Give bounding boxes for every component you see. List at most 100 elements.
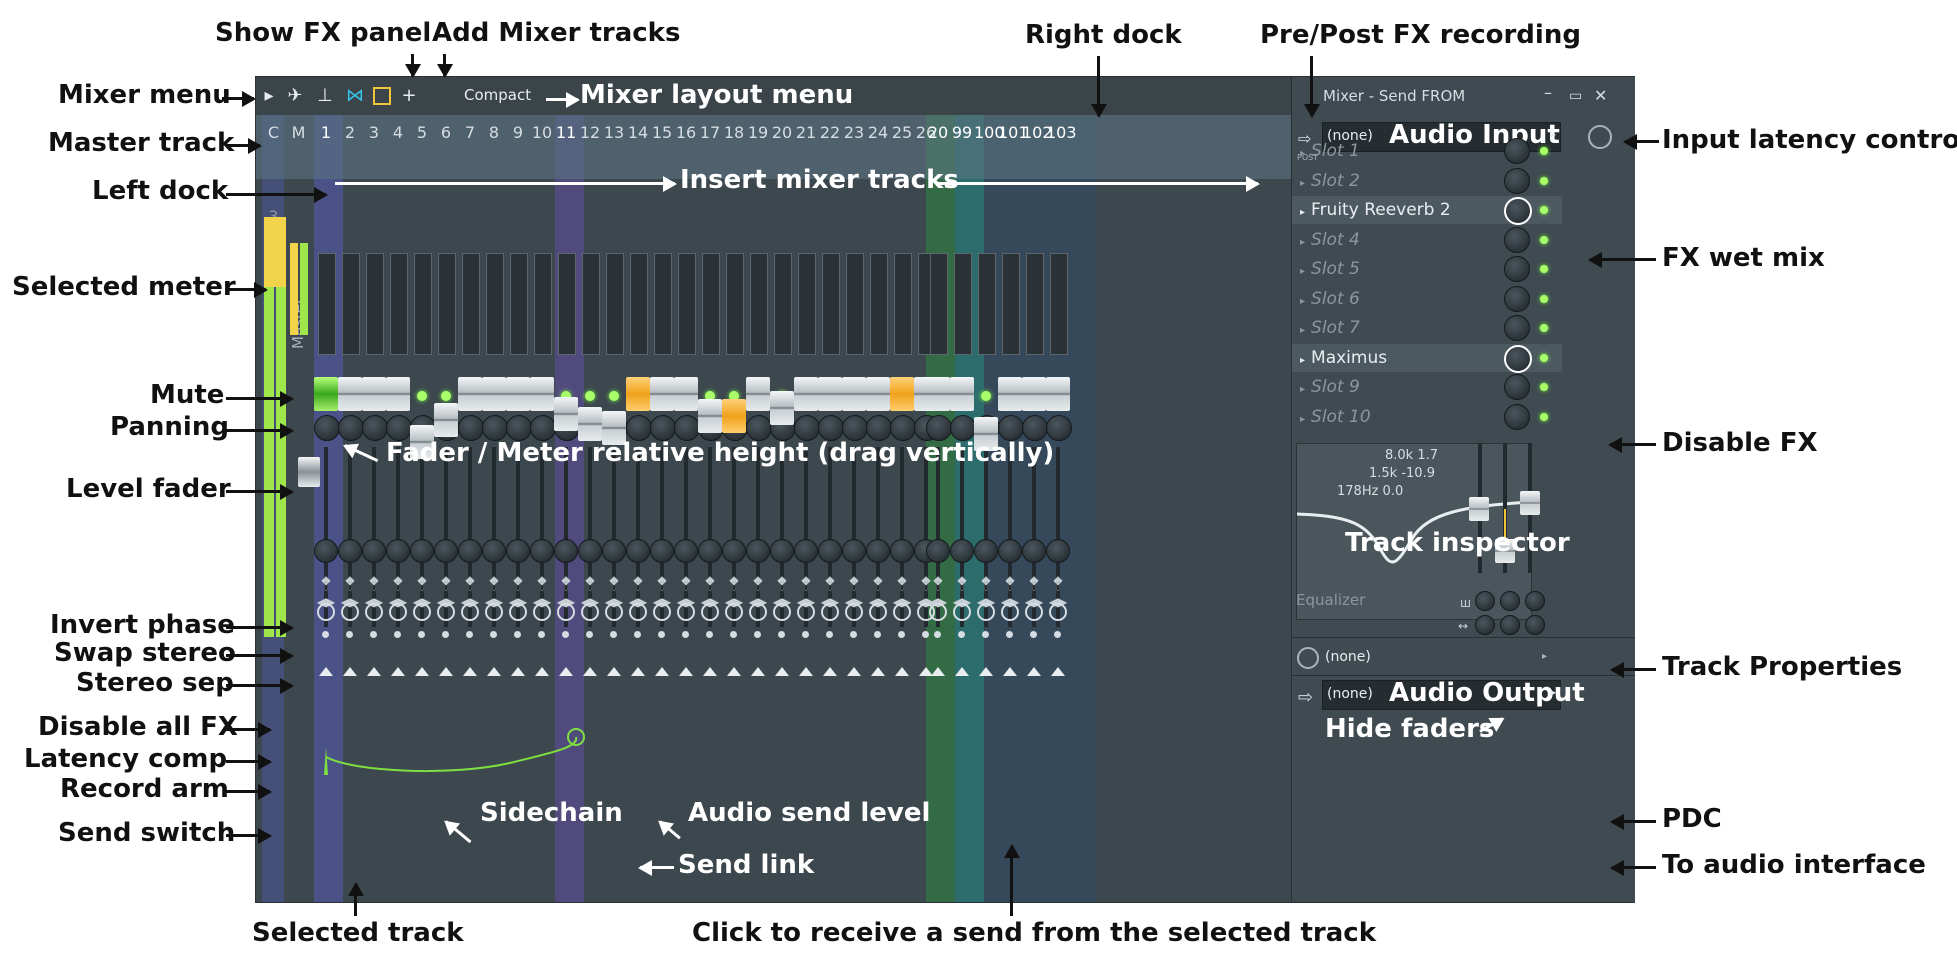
level-fader[interactable] [362,377,386,411]
fx-wet-mix-knob[interactable] [1504,197,1532,225]
maximize-icon[interactable]: ▭ [1569,77,1582,115]
fx-enable-led[interactable] [1540,265,1548,273]
disable-fx-icon[interactable]: 🕯 [974,575,998,595]
mute-led[interactable] [981,391,991,401]
fx-wet-mix-knob[interactable] [1504,256,1530,282]
record-arm-icon[interactable] [370,631,377,638]
track-header-1[interactable]: 1 [314,119,338,147]
level-fader[interactable] [950,377,974,411]
level-fader[interactable] [842,377,866,411]
latency-comp-icon[interactable] [701,603,719,621]
send-switch-icon[interactable] [775,667,789,676]
disable-fx-icon[interactable]: 🕯 [434,575,458,595]
mixer-track-icon[interactable]: ⊥ [314,85,336,107]
record-arm-icon[interactable] [322,631,329,638]
pan-knob[interactable] [362,415,388,441]
fx-wet-mix-knob[interactable] [1504,226,1530,253]
stereo-sep-knob[interactable] [578,539,602,563]
close-icon[interactable]: ✕ [1594,77,1607,115]
stereo-sep-knob[interactable] [770,539,794,563]
record-arm-icon[interactable] [394,631,401,638]
record-arm-icon[interactable] [850,631,857,638]
level-fader[interactable] [746,377,770,411]
record-arm-icon[interactable] [682,631,689,638]
send-switch-icon[interactable] [655,667,669,676]
record-arm-icon[interactable] [826,631,833,638]
disable-fx-icon[interactable]: 🕯 [998,575,1022,595]
latency-comp-icon[interactable] [725,603,743,621]
disable-fx-icon[interactable]: 🕯 [770,575,794,595]
fx-wet-mix-knob[interactable] [1504,138,1530,164]
track-header-22[interactable]: 22 [818,119,842,147]
record-arm-icon[interactable] [562,631,569,638]
record-arm-icon[interactable] [874,631,881,638]
fx-enable-led[interactable] [1540,176,1548,185]
send-switch-icon[interactable] [931,667,945,676]
track-header-3[interactable]: 3 [362,119,386,147]
level-fader[interactable] [866,377,890,411]
disable-fx-icon[interactable]: 🕯 [890,575,914,595]
track-header-4[interactable]: 4 [386,119,410,147]
latency-comp-icon[interactable] [557,603,575,621]
track-header-10[interactable]: 10 [530,119,554,147]
disable-fx-icon[interactable]: 🕯 [1046,575,1070,595]
stereo-sep-knob[interactable] [362,539,386,563]
latency-comp-icon[interactable] [845,603,863,621]
latency-comp-icon[interactable] [365,603,383,621]
fx-enable-led[interactable] [1540,235,1548,244]
stereo-sep-knob[interactable] [818,539,842,563]
level-fader[interactable] [998,377,1022,411]
eq-knob-1[interactable] [1475,591,1495,611]
latency-comp-icon[interactable] [677,603,695,621]
pdc-value[interactable]: (none) [1325,649,1371,665]
track-header-18[interactable]: 18 [722,119,746,147]
send-switch-icon[interactable] [727,667,741,676]
track-header-6[interactable]: 6 [434,119,458,147]
send-switch-icon[interactable] [979,667,993,676]
track-header-20[interactable]: 20 [770,119,794,147]
track-header-19[interactable]: 19 [746,119,770,147]
disable-fx-icon[interactable]: 🕯 [842,575,866,595]
disable-fx-icon[interactable]: 🕯 [362,575,386,595]
latency-comp-icon[interactable] [749,603,767,621]
disable-fx-icon[interactable]: 🕯 [950,575,974,595]
master-level-fader[interactable] [298,457,320,487]
mixer-menu-icon[interactable]: ▸ [258,85,280,107]
pan-knob[interactable] [314,415,340,441]
level-fader[interactable] [482,377,506,411]
mute-led[interactable] [609,391,619,401]
record-arm-icon[interactable] [586,631,593,638]
mute-led[interactable] [417,391,427,401]
track-header-13[interactable]: 13 [602,119,626,147]
audio-output-select[interactable]: (none) Audio Output ▸ [1322,678,1585,710]
track-header-14[interactable]: 14 [626,119,650,147]
eq-knob-2[interactable] [1500,591,1520,611]
latency-comp-icon[interactable] [821,603,839,621]
stereo-sep-knob[interactable] [314,539,338,563]
disable-fx-icon[interactable]: 🕯 [338,575,362,595]
stereo-sep-knob[interactable] [842,539,866,563]
latency-comp-icon[interactable] [509,603,527,621]
stereo-sep-knob[interactable] [554,539,578,563]
track-header-20[interactable]: 20 [926,119,950,147]
record-arm-icon[interactable] [898,631,905,638]
fx-enable-led[interactable] [1540,412,1548,421]
stereo-sep-knob[interactable] [530,539,554,563]
track-header-9[interactable]: 9 [506,119,530,147]
level-fader[interactable] [698,399,722,433]
record-arm-icon[interactable] [934,631,941,638]
record-arm-icon[interactable] [658,631,665,638]
stereo-sep-knob[interactable] [1022,539,1046,563]
fx-enable-led[interactable] [1540,294,1548,303]
latency-comp-icon[interactable] [533,603,551,621]
record-arm-icon[interactable] [958,631,965,638]
stereo-sep-knob[interactable] [626,539,650,563]
track-header-7[interactable]: 7 [458,119,482,147]
send-switch-icon[interactable] [1051,667,1065,676]
record-arm-icon[interactable] [514,631,521,638]
stereo-sep-knob[interactable] [482,539,506,563]
disable-fx-icon[interactable]: 🕯 [698,575,722,595]
latency-comp-icon[interactable] [1001,603,1019,621]
record-arm-icon[interactable] [634,631,641,638]
level-fader[interactable] [578,407,602,441]
